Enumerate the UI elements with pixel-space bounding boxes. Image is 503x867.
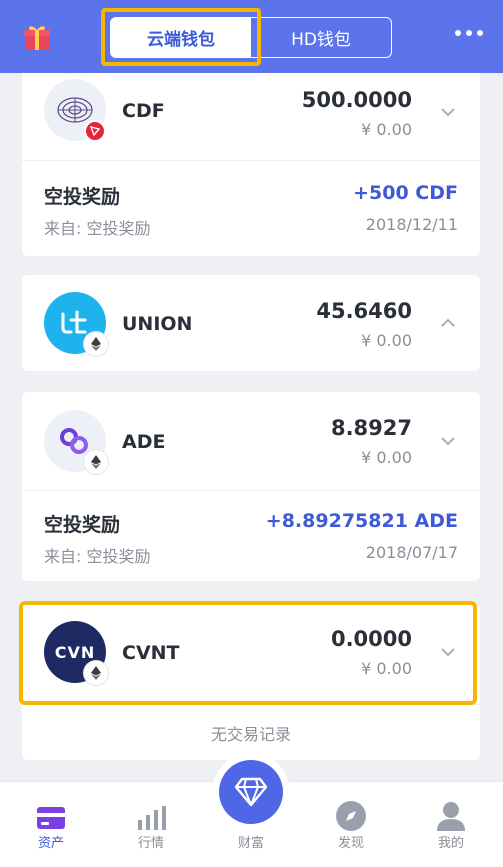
tab-cloud-wallet[interactable]: 云端钱包 [111, 18, 251, 57]
nav-item-market[interactable]: 行情 [106, 782, 196, 867]
eth-badge-icon [84, 661, 108, 685]
asset-name: UNION [122, 313, 193, 335]
more-dots-icon[interactable] [455, 30, 483, 36]
user-icon [437, 802, 465, 831]
diamond-icon [234, 777, 268, 807]
asset-fiat-value: ¥ 0.00 [361, 120, 412, 139]
asset-name: CVNT [122, 642, 180, 664]
nav-label: 我的 [437, 836, 464, 851]
cvnt-logo-text: CVN [54, 642, 96, 662]
tx-source: 来自: 空投奖励 [44, 547, 151, 566]
wallet-tabs: 云端钱包 HD钱包 [110, 17, 392, 58]
eth-badge-icon [84, 450, 108, 474]
divider [22, 160, 480, 161]
asset-row[interactable]: CDF 500.0000 ¥ 0.00 [22, 73, 480, 160]
bar-chart-icon [138, 806, 166, 830]
tx-title: 空投奖励 [44, 514, 121, 536]
chevron-down-icon[interactable] [440, 433, 456, 449]
asset-name: CDF [122, 100, 165, 122]
tron-badge-icon [84, 120, 106, 142]
eth-badge-icon [84, 332, 108, 356]
tx-title: 空投奖励 [44, 186, 121, 208]
nav-label: 资产 [37, 836, 64, 851]
tab-hd-wallet[interactable]: HD钱包 [251, 18, 391, 57]
asset-card-union: UNION 45.6460 ¥ 0.00 [22, 275, 480, 371]
nav-item-assets[interactable]: 资产 [6, 782, 96, 867]
empty-transactions-text: 无交易记录 [22, 705, 480, 760]
tx-amount: +8.89275821 ADE [265, 510, 458, 532]
tx-amount: +500 CDF [353, 182, 458, 204]
asset-card-cdf: CDF 500.0000 ¥ 0.00 空投奖励 来自: 空投奖励 +500 C… [22, 73, 480, 256]
nav-label: 财富 [237, 836, 264, 851]
nav-label: 行情 [137, 836, 164, 851]
app-header: 云端钱包 HD钱包 [0, 0, 503, 73]
divider [22, 490, 480, 491]
compass-icon [336, 801, 366, 831]
wealth-center-button[interactable] [212, 753, 290, 831]
tx-source: 来自: 空投奖励 [44, 219, 151, 238]
asset-amount: 0.0000 [330, 627, 412, 651]
wallet-card-icon [37, 807, 65, 829]
asset-row[interactable]: UNION 45.6460 ¥ 0.00 [22, 275, 480, 371]
nav-item-discover[interactable]: 发现 [306, 782, 396, 867]
asset-row[interactable]: CVN CVNT 0.0000 ¥ 0.00 [22, 604, 480, 704]
asset-amount: 8.8927 [330, 416, 412, 440]
asset-card-cvnt: CVN CVNT 0.0000 ¥ 0.00 [22, 604, 480, 704]
nav-label: 发现 [337, 836, 364, 851]
asset-row[interactable]: ADE 8.8927 ¥ 0.00 [22, 392, 480, 492]
nav-item-me[interactable]: 我的 [406, 782, 496, 867]
chevron-down-icon[interactable] [440, 644, 456, 660]
gift-icon[interactable] [22, 22, 52, 52]
asset-fiat-value: ¥ 0.00 [361, 331, 412, 350]
asset-card-ade: ADE 8.8927 ¥ 0.00 空投奖励 来自: 空投奖励 +8.89275… [22, 392, 480, 581]
wealth-center-inner [219, 760, 283, 824]
asset-fiat-value: ¥ 0.00 [361, 448, 412, 467]
chevron-up-icon[interactable] [440, 315, 456, 331]
tx-date: 2018/12/11 [365, 215, 458, 234]
tx-date: 2018/07/17 [365, 543, 458, 562]
asset-amount: 500.0000 [301, 88, 412, 112]
asset-fiat-value: ¥ 0.00 [361, 659, 412, 678]
asset-amount: 45.6460 [316, 299, 412, 323]
asset-name: ADE [122, 431, 166, 453]
chevron-down-icon[interactable] [440, 104, 456, 120]
